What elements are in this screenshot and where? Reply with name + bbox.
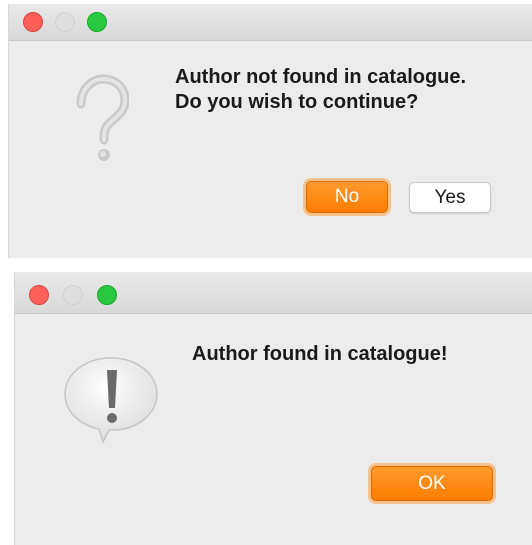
yes-button[interactable]: Yes	[409, 182, 491, 213]
zoom-window-button[interactable]	[87, 12, 107, 32]
message-line-2: Do you wish to continue?	[175, 91, 419, 113]
close-window-button[interactable]	[23, 12, 43, 32]
close-window-button[interactable]	[29, 285, 49, 305]
minimize-window-button	[63, 285, 83, 305]
dialog-message: Author found in catalogue!	[192, 343, 448, 365]
exclamation-speech-bubble-icon	[64, 357, 158, 445]
dialog-message: Author not found in catalogue. Do you wi…	[175, 65, 466, 115]
ok-button[interactable]: OK	[371, 466, 493, 501]
no-button[interactable]: No	[306, 181, 388, 213]
title-bar[interactable]	[9, 4, 532, 41]
message-line-1: Author not found in catalogue.	[175, 66, 467, 88]
info-dialog: Author found in catalogue! OK	[14, 272, 532, 545]
question-mark-icon	[76, 74, 129, 161]
minimize-window-button	[55, 12, 75, 32]
confirm-dialog: Author not found in catalogue. Do you wi…	[8, 4, 532, 258]
zoom-window-button[interactable]	[97, 285, 117, 305]
title-bar[interactable]	[15, 272, 532, 314]
